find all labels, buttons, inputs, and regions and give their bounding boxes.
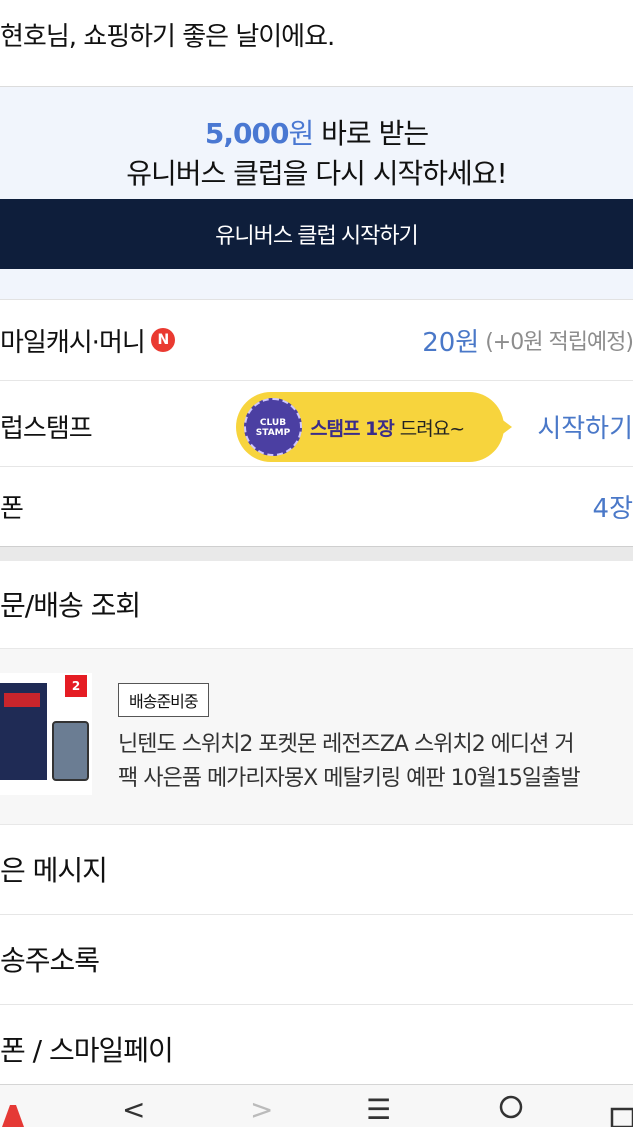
product-thumbnail: 2 — [0, 673, 92, 795]
new-badge: N — [150, 328, 175, 352]
coupon-row[interactable]: 폰 4장 — [0, 466, 633, 547]
bottom-nav-bar: < > ☰ — [0, 1084, 633, 1129]
tabs-icon[interactable] — [610, 1093, 633, 1129]
home-logo-icon[interactable] — [0, 1093, 24, 1127]
menu-messages[interactable]: 은 메시지 — [0, 824, 633, 915]
stamp-label: 럽스탬프 — [0, 413, 93, 444]
menu-smilepay[interactable]: 폰 / 스마일페이 — [0, 1004, 633, 1095]
promo-amount-unit: 원 — [288, 117, 314, 150]
forward-icon[interactable]: > — [250, 1093, 273, 1127]
wallet-value: 20원 — [422, 327, 480, 358]
switch2-badge: 2 — [65, 675, 87, 697]
order-product-title-cont: 팩 사은품 메가리자몽X 메탈키링 예판 10월15일출발 — [118, 766, 581, 791]
bubble-text: 드려요~ — [399, 417, 465, 440]
promo-headline: 5,000원 바로 받는 — [0, 112, 633, 152]
menu-icon[interactable]: ☰ — [366, 1093, 391, 1127]
coupon-label: 폰 — [0, 493, 24, 524]
club-stamp-icon: CLUB STAMP — [244, 398, 302, 456]
promo-headline-rest: 바로 받는 — [313, 117, 429, 150]
section-divider — [0, 546, 633, 561]
stamp-bubble: CLUB STAMP 스탬프 1장 드려요~ — [236, 392, 512, 462]
wallet-label: 마일캐시·머니 — [0, 327, 146, 358]
promo-amount: 5,000 — [204, 117, 290, 150]
menu-item-label: 송주소록 — [0, 944, 100, 977]
promo-subheadline: 유니버스 클럽을 다시 시작하세요! — [126, 157, 508, 190]
shipping-status-badge: 배송준비중 — [118, 683, 209, 717]
wallet-row[interactable]: 마일캐시·머니 N 20원 (+0원 적립예정) — [0, 300, 633, 381]
game-box-image — [0, 683, 47, 780]
back-icon[interactable]: < — [122, 1093, 145, 1127]
coupon-count: 4장 — [592, 493, 633, 524]
bubble-tail — [500, 418, 512, 436]
order-item[interactable]: 2 배송준비중 닌텐도 스위치2 포켓몬 레전즈ZA 스위치2 에디션 거 팩 … — [0, 648, 633, 825]
bubble-strong-text: 스탬프 1장 — [310, 417, 395, 440]
start-club-button[interactable]: 유니버스 클럽 시작하기 — [0, 199, 633, 269]
menu-item-label: 폰 / 스마일페이 — [0, 1034, 174, 1067]
greeting-text: 현호님, 쇼핑하기 좋은 날이에요. — [0, 22, 335, 52]
profile-icon[interactable] — [496, 1093, 526, 1127]
orders-title[interactable]: 문/배송 조회 — [0, 560, 141, 648]
stamp-start-link[interactable]: 시작하기 — [537, 386, 633, 466]
order-product-title: 닌텐도 스위치2 포켓몬 레전즈ZA 스위치2 에디션 거 — [118, 732, 575, 757]
menu-item-label: 은 메시지 — [0, 854, 108, 887]
keyring-image — [52, 721, 89, 781]
stamp-icon-text: CLUB STAMP — [255, 418, 291, 438]
wallet-pending: (+0원 적립예정) — [485, 330, 633, 355]
menu-address-book[interactable]: 송주소록 — [0, 914, 633, 1005]
